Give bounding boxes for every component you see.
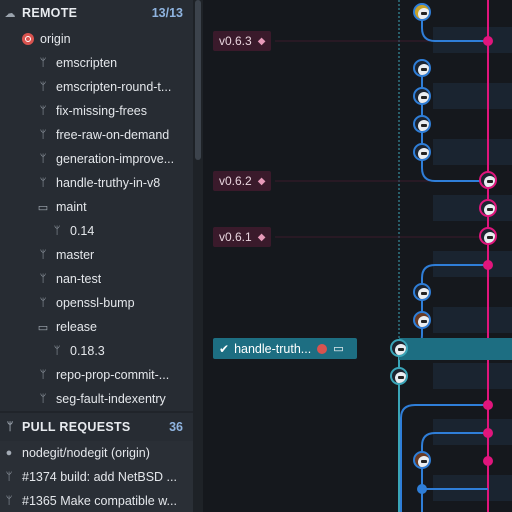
pr-item[interactable]: ᛘ #1374 build: add NetBSD ... bbox=[0, 465, 193, 489]
commit-avatar-icon[interactable] bbox=[413, 311, 431, 329]
commit-avatar-icon[interactable] bbox=[413, 143, 431, 161]
sidebar-scrollbar-thumb[interactable] bbox=[195, 0, 201, 160]
remote-branch[interactable]: ᛘ fix-missing-frees bbox=[0, 99, 193, 123]
branch-icon: ᛘ bbox=[39, 177, 47, 189]
commit-avatar-icon[interactable] bbox=[413, 283, 431, 301]
github-icon: ● bbox=[5, 447, 13, 459]
remote-branch[interactable]: ᛘ nan-test bbox=[0, 267, 193, 291]
commit-avatar-icon[interactable] bbox=[390, 367, 408, 385]
tag-icon: ◆ bbox=[257, 35, 266, 47]
remote-branch[interactable]: ᛘ 0.14 bbox=[0, 219, 193, 243]
remote-branch[interactable]: ᛘ free-raw-on-demand bbox=[0, 123, 193, 147]
commit-avatar-icon[interactable] bbox=[413, 451, 431, 469]
remote-branch[interactable]: ᛘ handle-truthy-in-v8 bbox=[0, 171, 193, 195]
remote-section-header[interactable]: ☁ REMOTE 13/13 bbox=[0, 0, 193, 26]
laptop-icon: ▭ bbox=[333, 343, 344, 355]
github-origin-icon bbox=[317, 343, 328, 354]
commit-graph bbox=[275, 0, 512, 512]
folder-icon: ▭ bbox=[37, 201, 49, 214]
remote-branch[interactable]: ᛘ openssl-bump bbox=[0, 291, 193, 315]
branch-icon: ᛘ bbox=[39, 369, 47, 381]
tag-icon: ◆ bbox=[257, 175, 266, 187]
branch-icon: ᛘ bbox=[39, 273, 47, 285]
branch-icon: ᛘ bbox=[39, 81, 47, 93]
commit-avatar-icon[interactable] bbox=[413, 3, 431, 21]
branch-icon: ᛘ bbox=[39, 393, 47, 405]
branch-icon: ᛘ bbox=[39, 153, 47, 165]
tag-icon: ◆ bbox=[257, 231, 266, 243]
remote-branch[interactable]: ᛘ emscripten bbox=[0, 51, 193, 75]
remote-folder-release[interactable]: ▭ release bbox=[0, 315, 193, 339]
remote-branch[interactable]: ᛘ 0.18.3 bbox=[0, 339, 193, 363]
branch-icon: ᛘ bbox=[53, 345, 61, 357]
remote-branch[interactable]: ᛘ emscripten-round-t... bbox=[0, 75, 193, 99]
checkmark-icon: ✔ bbox=[219, 341, 230, 356]
remote-count: 13/13 bbox=[151, 6, 183, 20]
remote-origin[interactable]: origin bbox=[0, 27, 193, 51]
pull-requests-section-header[interactable]: ᛘ PULL REQUESTS 36 bbox=[0, 414, 193, 440]
commit-avatar-icon[interactable] bbox=[479, 227, 497, 245]
cloud-icon: ☁ bbox=[4, 7, 16, 20]
branch-icon: ᛘ bbox=[39, 129, 47, 141]
commit-avatar-icon[interactable] bbox=[390, 339, 408, 357]
pull-request-icon: ᛘ bbox=[6, 421, 14, 433]
pr-repo[interactable]: ● nodegit/nodegit (origin) bbox=[0, 441, 193, 465]
remote-branch[interactable]: ᛘ master bbox=[0, 243, 193, 267]
remote-folder-maint[interactable]: ▭ maint bbox=[0, 195, 193, 219]
tag-label[interactable]: v0.6.1 ◆ bbox=[213, 227, 272, 247]
folder-icon: ▭ bbox=[37, 321, 49, 334]
commit-avatar-icon[interactable] bbox=[413, 59, 431, 77]
sidebar: ☁ REMOTE 13/13 origin ᛘ emscripten ᛘ ems… bbox=[0, 0, 193, 512]
section-divider bbox=[0, 411, 193, 413]
remote-branch[interactable]: ᛘ generation-improve... bbox=[0, 147, 193, 171]
branch-icon: ᛘ bbox=[39, 249, 47, 261]
pull-requests-count: 36 bbox=[169, 420, 183, 434]
branch-icon: ᛘ bbox=[39, 105, 47, 117]
pr-item[interactable]: ᛘ #1365 Make compatible w... bbox=[0, 489, 193, 512]
tag-label[interactable]: v0.6.2 ◆ bbox=[213, 171, 272, 191]
pull-request-icon: ᛘ bbox=[5, 495, 13, 507]
commit-avatar-icon[interactable] bbox=[479, 199, 497, 217]
commit-avatar-icon[interactable] bbox=[413, 115, 431, 133]
current-branch-label[interactable]: ✔ handle-truth... ▭ bbox=[213, 338, 357, 359]
remote-branch[interactable]: ᛘ repo-prop-commit-... bbox=[0, 363, 193, 387]
pull-request-icon: ᛘ bbox=[5, 471, 13, 483]
remote-branch[interactable]: ᛘ seg-fault-indexentry bbox=[0, 387, 193, 411]
github-origin-icon bbox=[22, 33, 34, 45]
commit-avatar-icon[interactable] bbox=[413, 87, 431, 105]
branch-icon: ᛘ bbox=[53, 225, 61, 237]
branch-icon: ᛘ bbox=[39, 57, 47, 69]
commit-avatar-icon[interactable] bbox=[479, 171, 497, 189]
tag-label[interactable]: v0.6.3 ◆ bbox=[213, 31, 272, 51]
branch-icon: ᛘ bbox=[39, 297, 47, 309]
